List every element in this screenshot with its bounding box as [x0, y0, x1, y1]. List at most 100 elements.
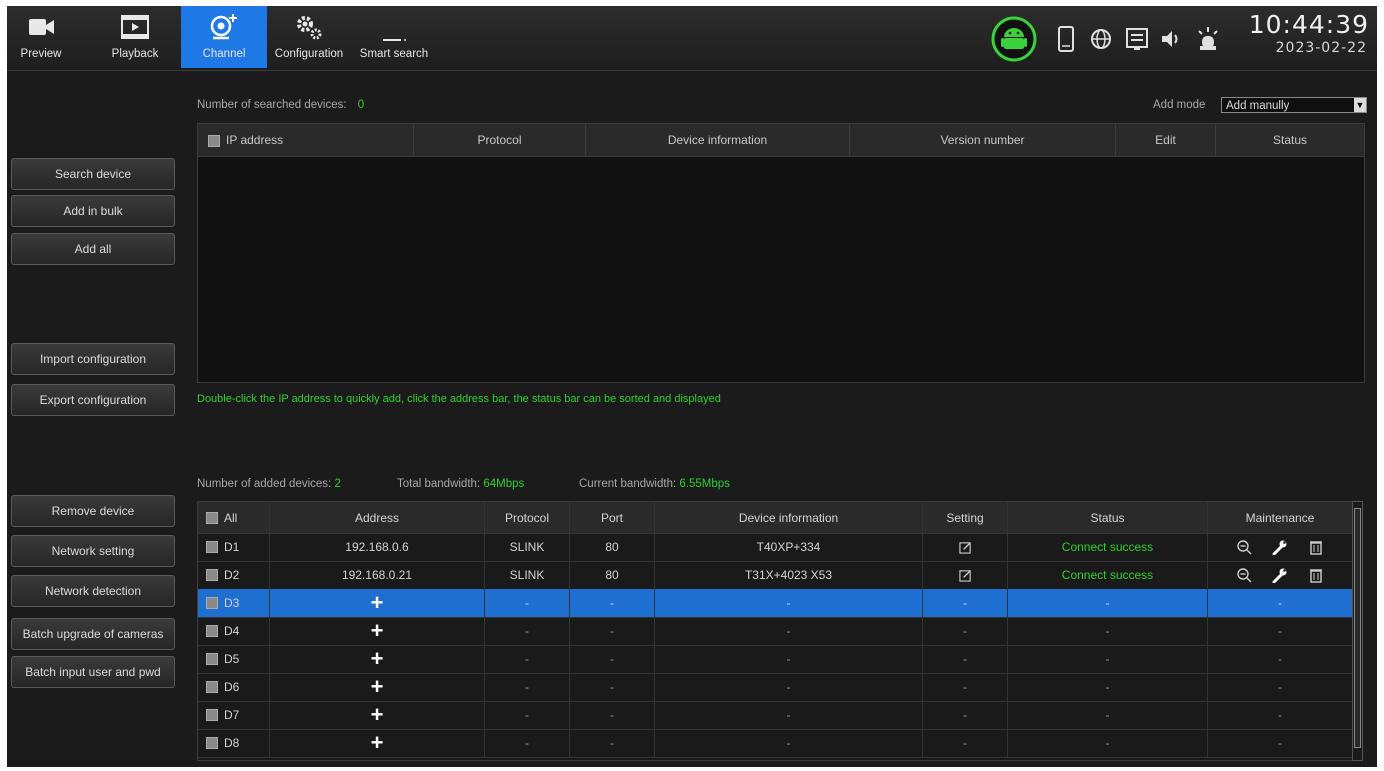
column-setting[interactable]: Setting [923, 502, 1008, 533]
add-device-plus-icon[interactable]: + [371, 732, 384, 754]
column-all-label: All [224, 510, 238, 525]
nav-preview[interactable]: Preview [13, 6, 69, 68]
column-all[interactable]: All [198, 502, 270, 533]
column-port[interactable]: Port [570, 502, 655, 533]
column-status[interactable]: Status [1216, 124, 1364, 156]
nav-smart-search[interactable]: Smart search [351, 6, 437, 68]
column-maintenance[interactable]: Maintenance [1208, 502, 1352, 533]
column-edit[interactable]: Edit [1116, 124, 1216, 156]
address-cell[interactable]: 192.168.0.6 [270, 533, 485, 561]
protocol-cell-text: SLINK [509, 568, 545, 582]
channel-cell[interactable]: D7 [198, 701, 270, 729]
nav-playback[interactable]: Playback [103, 6, 167, 68]
row-checkbox[interactable] [206, 737, 218, 749]
nav-channel[interactable]: Channel [181, 6, 267, 68]
phone-icon[interactable] [1057, 26, 1075, 52]
connection-status: Connect success [1061, 540, 1154, 554]
table-row[interactable]: D5 + - - - - - - [198, 645, 1352, 674]
network-detection-button[interactable]: Network detection [11, 575, 175, 607]
channel-cell[interactable]: D6 [198, 673, 270, 701]
remove-device-button[interactable]: Remove device [11, 495, 175, 527]
add-mode-select[interactable]: Add manully ▼ [1221, 97, 1367, 113]
total-bandwidth-label: Total bandwidth: 64Mbps [397, 478, 524, 490]
row-checkbox[interactable] [206, 625, 218, 637]
network-panel-icon[interactable] [1125, 27, 1149, 51]
channel-cell[interactable]: D2 [198, 561, 270, 589]
edit-icon[interactable] [958, 541, 972, 554]
setting-cell[interactable] [923, 533, 1008, 561]
channel-cell[interactable]: D3 [198, 589, 270, 617]
table-row[interactable]: D1 192.168.0.6 SLINK 80 T40XP+334 Connect suc… [198, 533, 1352, 562]
column-device-information[interactable]: Device information [655, 502, 923, 533]
column-device-information[interactable]: Device information [586, 124, 850, 156]
select-all-checkbox[interactable] [208, 134, 220, 147]
address-cell[interactable]: + [270, 617, 485, 645]
column-ip-address[interactable]: IP address [198, 124, 414, 156]
setting-cell[interactable] [923, 561, 1008, 589]
table-row[interactable]: D3 + - - - - - - [198, 589, 1352, 618]
select-all-added-checkbox[interactable] [206, 511, 218, 524]
add-device-plus-icon[interactable]: + [371, 676, 384, 698]
column-protocol[interactable]: Protocol [414, 124, 586, 156]
table-row[interactable]: D6 + - - - - - - [198, 673, 1352, 702]
address-cell[interactable]: 192.168.0.21 [270, 561, 485, 589]
clock-date: 2023-02-22 [1275, 40, 1367, 56]
address-cell[interactable]: + [270, 701, 485, 729]
add-device-plus-icon[interactable]: + [371, 620, 384, 642]
nav-configuration[interactable]: Configuration [269, 6, 349, 68]
add-device-plus-icon[interactable]: + [371, 704, 384, 726]
wrench-icon[interactable] [1272, 539, 1288, 555]
row-checkbox[interactable] [206, 569, 218, 581]
batch-upgrade-button[interactable]: Batch upgrade of cameras [11, 618, 175, 650]
add-all-button[interactable]: Add all [11, 233, 175, 265]
channel-cell[interactable]: D4 [198, 617, 270, 645]
android-icon[interactable] [991, 16, 1037, 62]
maintenance-cell[interactable] [1208, 561, 1352, 589]
wrench-icon[interactable] [1272, 567, 1288, 583]
row-checkbox[interactable] [206, 653, 218, 665]
column-status[interactable]: Status [1008, 502, 1208, 533]
column-version-number[interactable]: Version number [850, 124, 1116, 156]
search-minus-icon[interactable] [1236, 539, 1252, 555]
scrollbar-thumb[interactable] [1354, 508, 1361, 748]
channel-cell[interactable]: D5 [198, 645, 270, 673]
channel-cell[interactable]: D8 [198, 729, 270, 757]
port-cell-text: - [610, 708, 614, 722]
protocol-cell-text: - [525, 736, 529, 750]
added-devices-table: All Address Protocol Port Device informa… [197, 501, 1353, 761]
batch-input-user-pwd-button[interactable]: Batch input user and pwd [11, 656, 175, 688]
column-protocol[interactable]: Protocol [485, 502, 570, 533]
protocol-cell: - [485, 589, 570, 617]
globe-icon[interactable] [1089, 27, 1113, 51]
trash-icon[interactable] [1308, 567, 1324, 583]
column-address[interactable]: Address [270, 502, 485, 533]
export-configuration-button[interactable]: Export configuration [11, 384, 175, 416]
address-cell[interactable]: + [270, 589, 485, 617]
speaker-icon[interactable] [1159, 27, 1183, 51]
table-row[interactable]: D8 + - - - - - - [198, 729, 1352, 758]
table-row[interactable]: D4 + - - - - - - [198, 617, 1352, 646]
row-checkbox[interactable] [206, 681, 218, 693]
add-in-bulk-button[interactable]: Add in bulk [11, 195, 175, 227]
add-device-plus-icon[interactable]: + [371, 592, 384, 614]
added-devices-scrollbar[interactable] [1352, 501, 1363, 761]
row-checkbox[interactable] [206, 597, 218, 609]
search-minus-icon[interactable] [1236, 567, 1252, 583]
search-device-button[interactable]: Search device [11, 158, 175, 190]
network-setting-button[interactable]: Network setting [11, 535, 175, 567]
row-checkbox[interactable] [206, 709, 218, 721]
nav-channel-label: Channel [202, 48, 246, 60]
edit-icon[interactable] [958, 569, 972, 582]
table-row[interactable]: D7 + - - - - - - [198, 701, 1352, 730]
trash-icon[interactable] [1308, 539, 1324, 555]
maintenance-cell[interactable] [1208, 533, 1352, 561]
alarm-icon[interactable] [1195, 25, 1221, 51]
channel-cell[interactable]: D1 [198, 533, 270, 561]
import-configuration-button[interactable]: Import configuration [11, 343, 175, 375]
row-checkbox[interactable] [206, 541, 218, 553]
add-device-plus-icon[interactable]: + [371, 648, 384, 670]
table-row[interactable]: D2 192.168.0.21 SLINK 80 T31X+4023 X53 Connec… [198, 561, 1352, 590]
address-cell[interactable]: + [270, 729, 485, 757]
address-cell[interactable]: + [270, 645, 485, 673]
address-cell[interactable]: + [270, 673, 485, 701]
